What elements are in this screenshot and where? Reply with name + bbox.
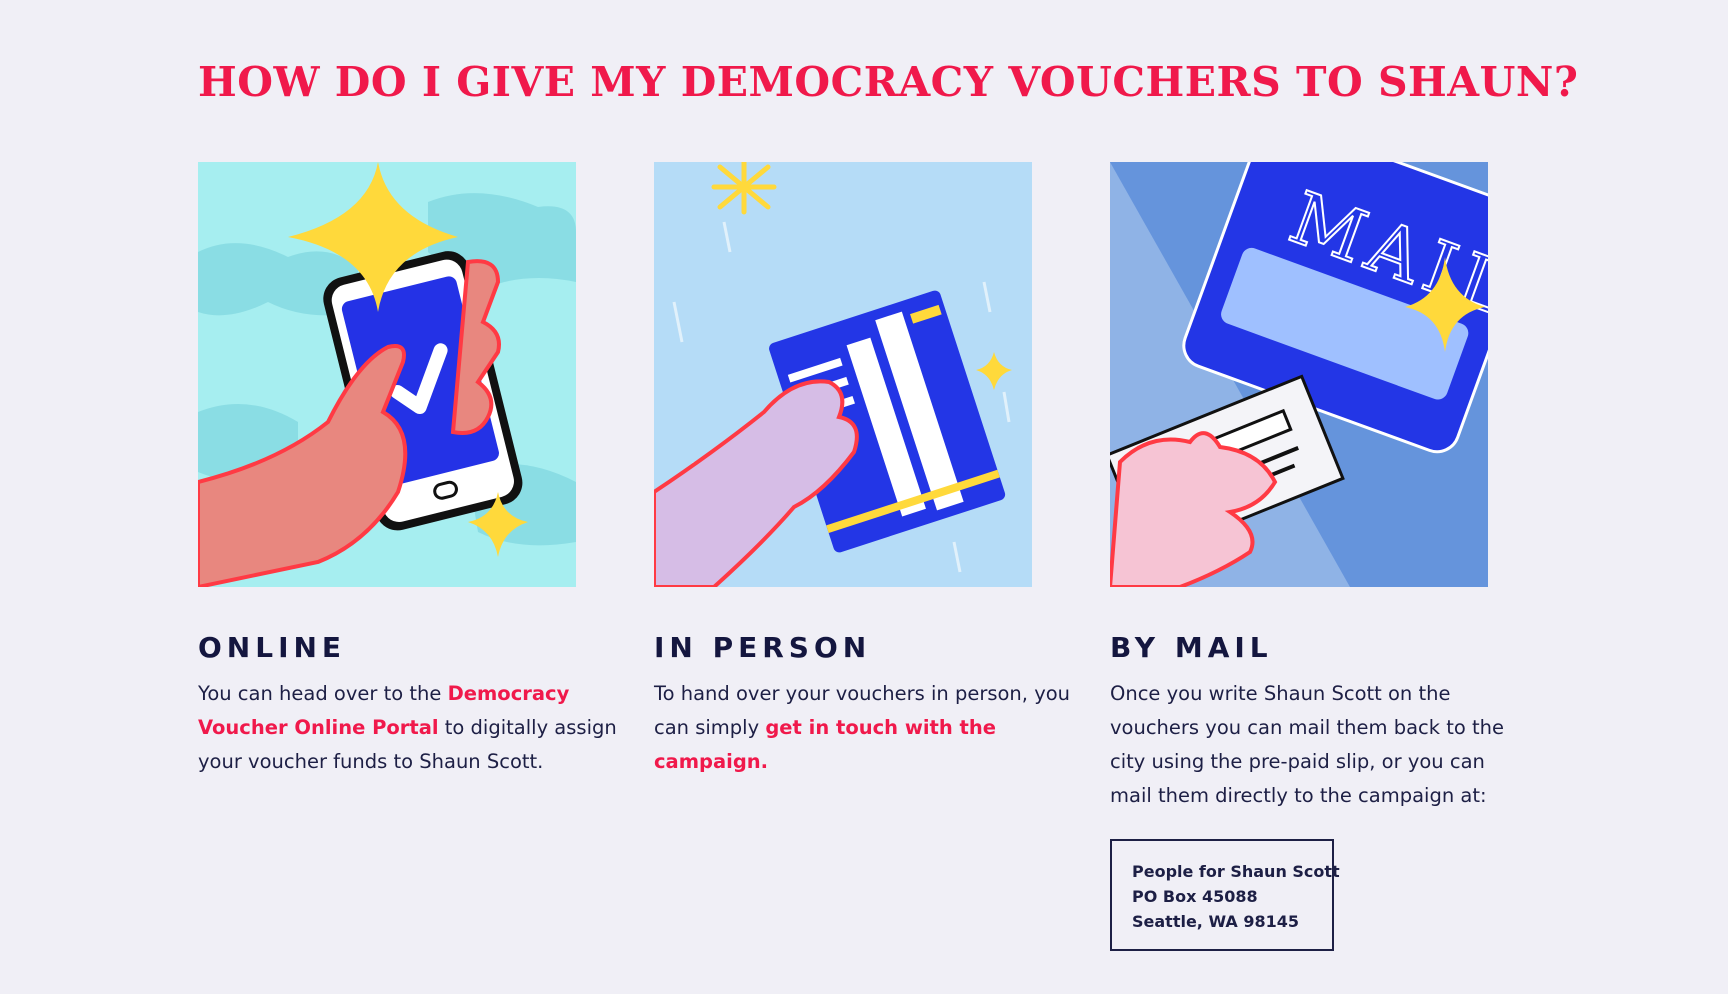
by-mail-illustration: MAIL (1110, 162, 1488, 587)
in-person-illustration (654, 162, 1032, 587)
method-description-by-mail: Once you write Shaun Scott on the vouche… (1110, 682, 1505, 807)
method-description-in-person: To hand over your vouchers in person, yo… (654, 677, 1074, 779)
address-name: People for Shaun Scott (1132, 862, 1340, 881)
voucher-in-hand-icon (654, 162, 1032, 587)
method-in-person: IN PERSON To hand over your vouchers in … (654, 162, 1074, 779)
online-illustration (198, 162, 576, 587)
method-online: ONLINE You can head over to the Democrac… (198, 162, 618, 779)
mailbox-slot-icon: MAIL (1110, 162, 1488, 587)
page: HOW DO I GIVE MY DEMOCRACY VOUCHERS TO S… (0, 0, 1728, 994)
body-text: You can head over to the (198, 682, 448, 705)
method-title-by-mail: BY MAIL (1110, 631, 1273, 664)
page-title: HOW DO I GIVE MY DEMOCRACY VOUCHERS TO S… (198, 58, 1579, 106)
mailing-address-box: People for Shaun Scott PO Box 45088 Seat… (1110, 839, 1340, 951)
method-description-online: You can head over to the Democracy Vouch… (198, 677, 618, 779)
phone-checkmark-icon (198, 162, 576, 587)
method-by-mail: MAIL BY MAIL Once you write Shaun Scott … (1110, 162, 1530, 951)
address-line-2: Seattle, WA 98145 (1132, 912, 1299, 931)
method-title-online: ONLINE (198, 631, 347, 664)
method-title-in-person: IN PERSON (654, 631, 872, 664)
address-line-1: PO Box 45088 (1132, 887, 1258, 906)
